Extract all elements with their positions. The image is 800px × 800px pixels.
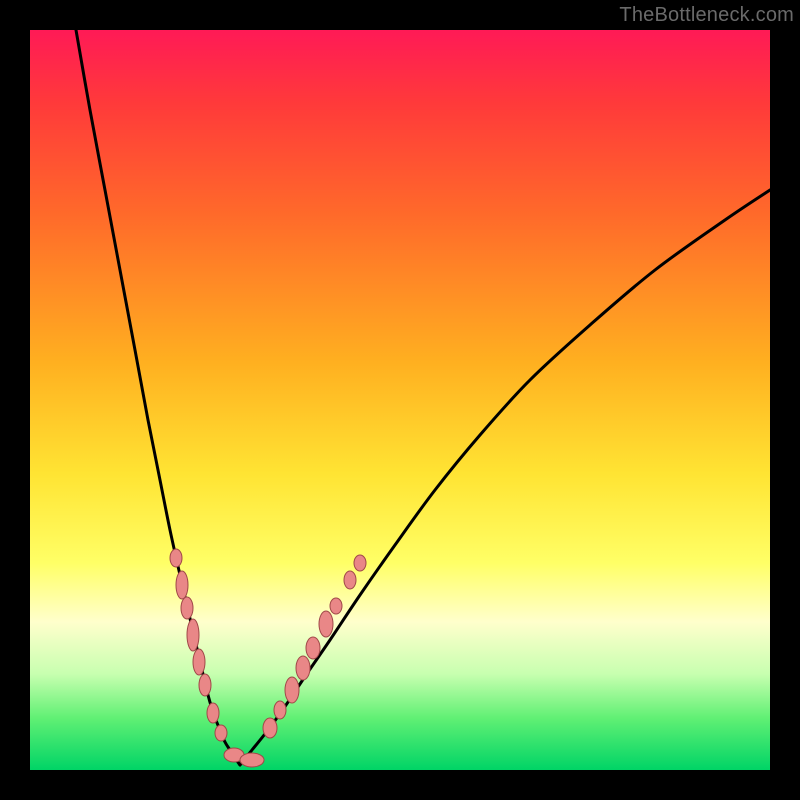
curve-marker — [263, 718, 277, 738]
curve-marker — [319, 611, 333, 637]
curve-marker — [176, 571, 188, 599]
chart-frame: TheBottleneck.com — [0, 0, 800, 800]
curve-marker — [285, 677, 299, 703]
plot-area — [30, 30, 770, 770]
curve-marker — [181, 597, 193, 619]
curves-svg — [30, 30, 770, 770]
curve-marker — [199, 674, 211, 696]
curve-marker — [193, 649, 205, 675]
right-curve — [240, 190, 770, 765]
curve-marker — [354, 555, 366, 571]
curve-marker — [330, 598, 342, 614]
curve-marker — [306, 637, 320, 659]
left-curve-markers — [170, 549, 264, 767]
curve-marker — [240, 753, 264, 767]
curve-marker — [187, 619, 199, 651]
curve-marker — [170, 549, 182, 567]
curve-marker — [274, 701, 286, 719]
curve-marker — [344, 571, 356, 589]
right-curve-markers — [263, 555, 366, 738]
watermark-text: TheBottleneck.com — [619, 4, 794, 27]
curve-marker — [215, 725, 227, 741]
curve-marker — [207, 703, 219, 723]
left-curve — [76, 30, 240, 765]
curve-marker — [296, 656, 310, 680]
